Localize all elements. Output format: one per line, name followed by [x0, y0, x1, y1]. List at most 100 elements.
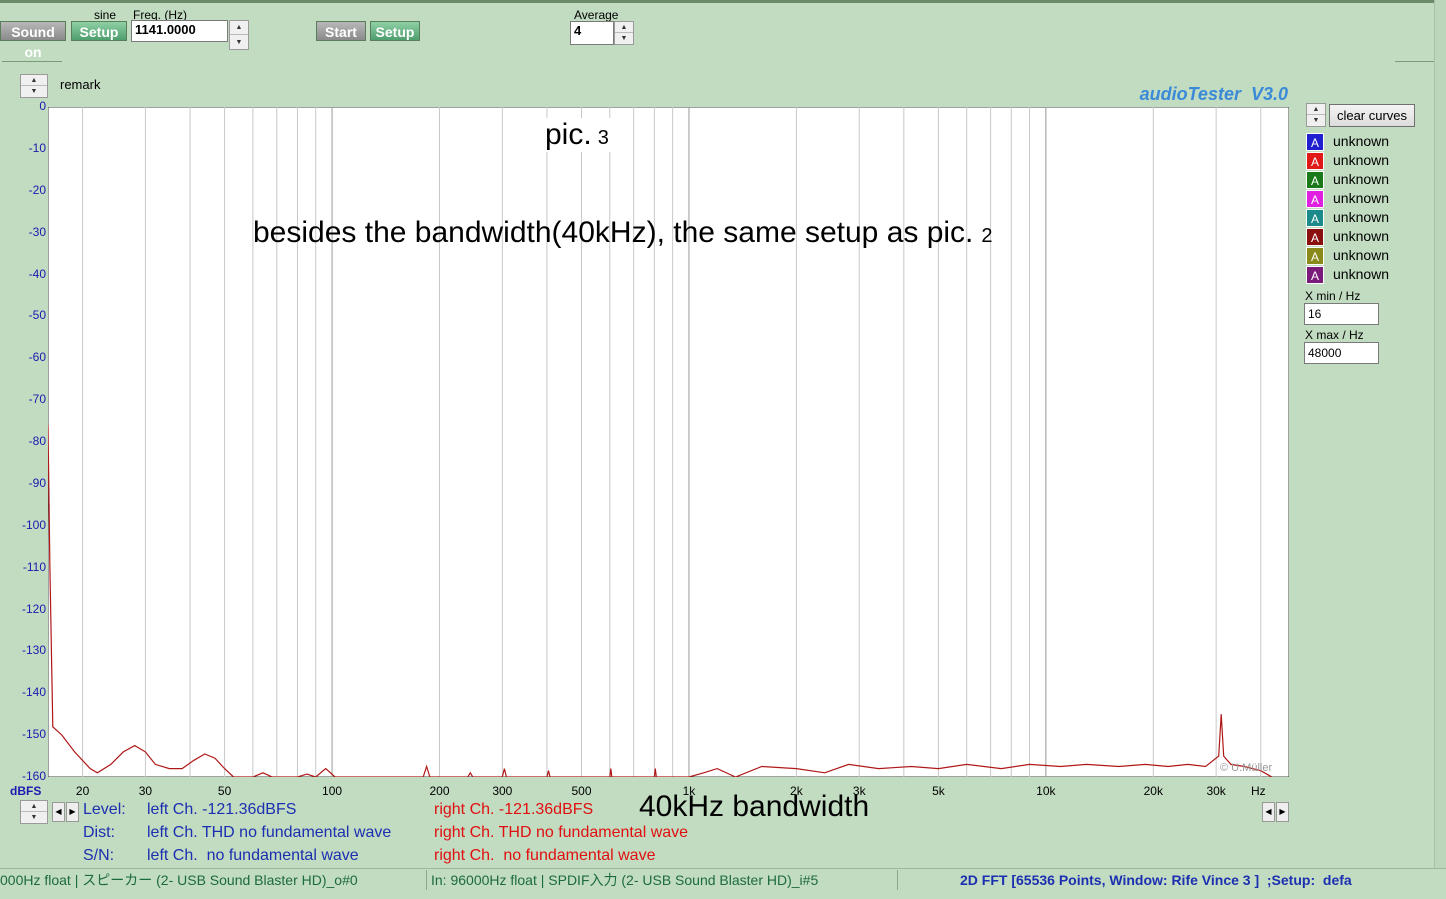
curve-label: unknown [1333, 247, 1390, 263]
frequency-stepper[interactable]: ▲ ▼ [229, 20, 249, 50]
right-scroll-strip [1434, 0, 1446, 870]
curve-color-swatch[interactable]: A [1306, 209, 1324, 227]
analyzer-setup-button[interactable]: Setup [370, 21, 420, 41]
y-tick-label: -30 [28, 224, 46, 239]
curve-label: unknown [1333, 266, 1390, 282]
y-tick-label: -90 [28, 475, 46, 490]
x-tick-label: 20k [1143, 784, 1163, 798]
plot-background [48, 107, 1289, 777]
scroll-left-button[interactable]: ◀ [1262, 802, 1275, 822]
audiotester-window: { "toolbar": { "sound_on_label": "Sound … [0, 0, 1446, 899]
setup-note: besides the bandwidth(40kHz), the same s… [253, 216, 993, 250]
curve-color-swatch[interactable]: A [1306, 133, 1324, 151]
xmax-input[interactable]: 48000 [1304, 342, 1379, 364]
xmin-label: X min / Hz [1305, 289, 1361, 303]
curve-label: unknown [1333, 228, 1390, 244]
y-tick-label: -110 [22, 559, 46, 574]
y-tick-label: -50 [28, 308, 46, 323]
y-tick-label: -40 [28, 266, 46, 281]
curve-color-swatch[interactable]: A [1306, 247, 1324, 265]
dist-left: left Ch. THD no fundamental wave [147, 824, 392, 841]
curve-color-swatch[interactable]: A [1306, 152, 1324, 170]
dist-right: right Ch. THD no fundamental wave [434, 824, 689, 841]
fft-plot [48, 107, 1289, 777]
y-tick-label: -140 [21, 685, 46, 700]
status-fft-info: 2D FFT [65536 Points, Window: Rife Vince… [960, 872, 1352, 888]
chevron-down-icon[interactable]: ▼ [230, 35, 248, 49]
x-tick-label: 50 [217, 784, 232, 798]
level-left: left Ch. -121.36dBFS [147, 801, 297, 818]
chevron-up-icon[interactable]: ▲ [615, 22, 633, 33]
chevron-up-icon[interactable]: ▲ [230, 21, 248, 35]
x-tick-label: 20 [75, 784, 90, 798]
curve-color-swatch[interactable]: A [1306, 266, 1324, 284]
curve-color-swatch[interactable]: A [1306, 190, 1324, 208]
curve-stepper[interactable]: ▲ ▼ [1306, 103, 1326, 127]
sn-left: left Ch. no fundamental wave [147, 847, 359, 864]
curve-color-swatch[interactable]: A [1306, 171, 1324, 189]
scroll-left-button[interactable]: ◀ [52, 802, 65, 822]
sn-label: S/N: [83, 847, 115, 864]
sn-right: right Ch. no fundamental wave [434, 847, 656, 864]
pic-number: 3 [597, 127, 609, 149]
status-divider [426, 870, 427, 890]
scroll-right-button[interactable]: ▶ [1276, 802, 1289, 822]
chevron-up-icon[interactable]: ▲ [21, 75, 47, 86]
x-tick-label: 10k [1036, 784, 1056, 798]
app-title: audioTester V3.0 [1139, 84, 1288, 104]
sound-on-button[interactable]: Sound on [0, 21, 66, 60]
level-label: Level: [83, 801, 126, 818]
curve-label: unknown [1333, 209, 1390, 225]
level-right: right Ch. -121.36dBFS [434, 801, 594, 818]
remark-stepper[interactable]: ▲ ▼ [20, 74, 48, 98]
y-tick-label: -120 [21, 601, 46, 616]
clear-curves-button[interactable]: clear curves [1329, 104, 1415, 127]
y-unit-label: dBFS [10, 784, 42, 798]
curve-label: unknown [1333, 152, 1390, 168]
curve-label: unknown [1333, 171, 1390, 187]
average-label: Average [574, 8, 619, 22]
y-tick-label: 0 [39, 99, 46, 113]
chevron-down-icon[interactable]: ▼ [1307, 115, 1325, 126]
x-tick-label: 30k [1206, 784, 1226, 798]
arrow-left-icon: ◀ [1265, 807, 1272, 816]
xmax-label: X max / Hz [1305, 328, 1364, 342]
signal-setup-button[interactable]: Setup [71, 21, 127, 41]
note-number: 2 [981, 225, 993, 247]
average-stepper[interactable]: ▲ ▼ [614, 21, 634, 45]
arrow-left-icon: ◀ [55, 807, 62, 816]
y-tick-label: -70 [28, 392, 46, 407]
curve-label: unknown [1333, 133, 1390, 149]
scroll-right-button[interactable]: ▶ [66, 802, 79, 822]
setup-note-text: besides the bandwidth(40kHz), the same s… [253, 216, 974, 249]
info-stepper[interactable]: ▲ ▼ [20, 800, 48, 824]
chevron-up-icon[interactable]: ▲ [1307, 104, 1325, 115]
status-output-device: 000Hz float | スピーカー (2- USB Sound Blaste… [0, 872, 358, 888]
frequency-input[interactable]: 1141.0000 [131, 20, 228, 42]
toolbar-divider [1395, 61, 1435, 62]
xmin-input[interactable]: 16 [1304, 303, 1379, 325]
x-tick-label: 200 [429, 784, 450, 798]
chevron-down-icon[interactable]: ▼ [21, 812, 47, 823]
average-input[interactable]: 4 [570, 21, 614, 45]
y-tick-label: -20 [28, 182, 46, 197]
arrow-right-icon: ▶ [1279, 807, 1286, 816]
watermark: © U.Müller [1220, 762, 1273, 774]
chevron-up-icon[interactable]: ▲ [21, 801, 47, 812]
status-divider [897, 870, 898, 890]
pic-title: pic. 3 [545, 118, 617, 152]
y-tick-label: -150 [21, 727, 46, 742]
y-tick-label: -130 [21, 643, 46, 658]
x-tick-label: 300 [492, 784, 513, 798]
chevron-down-icon[interactable]: ▼ [615, 33, 633, 44]
chevron-down-icon[interactable]: ▼ [21, 86, 47, 97]
y-tick-label: -60 [28, 350, 46, 365]
y-tick-label: -80 [28, 434, 46, 448]
pic-title-text: pic. [545, 118, 592, 151]
start-button[interactable]: Start [316, 21, 366, 41]
curve-color-swatch[interactable]: A [1306, 228, 1324, 246]
x-tick-label: 100 [322, 784, 343, 798]
bandwidth-annotation: 40kHz bandwidth [639, 790, 870, 823]
y-tick-label: -10 [28, 140, 46, 155]
y-tick-label: -160 [21, 769, 46, 783]
